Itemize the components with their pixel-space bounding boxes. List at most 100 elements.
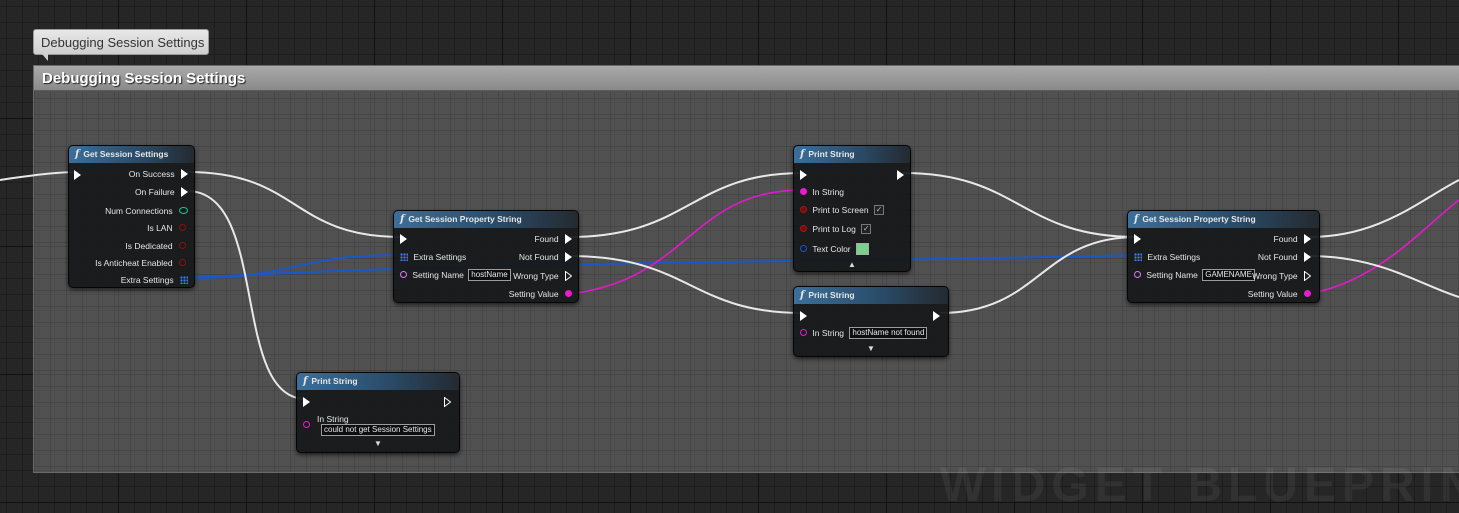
pin-in-string[interactable]: In String hostName not found <box>800 325 928 339</box>
exec-hollow-pin-icon[interactable] <box>565 270 572 281</box>
string-pin-icon[interactable] <box>800 188 807 196</box>
exec-pin-icon[interactable] <box>181 186 188 197</box>
pin-label: On Failure <box>134 186 175 197</box>
exec-input-pin[interactable] <box>74 167 81 181</box>
node-print-string-1[interactable]: f Print String In String Print to Screen … <box>793 145 911 272</box>
pin-setting-name-input[interactable]: Setting Name hostName <box>400 267 511 281</box>
exec-input-pin[interactable] <box>800 167 807 181</box>
pin-in-string[interactable] <box>303 411 310 428</box>
pin-found[interactable]: Found <box>1274 231 1311 245</box>
pin-label: Is Dedicated <box>125 240 173 251</box>
node-title: Get Session Property String <box>408 214 522 224</box>
expand-arrow-icon[interactable]: ▼ <box>794 344 948 353</box>
string-pin-icon[interactable] <box>565 290 572 298</box>
exec-output-pin[interactable] <box>444 394 451 408</box>
node-get-session-settings[interactable]: f Get Session Settings On Success On Fail… <box>68 145 195 288</box>
pin-on-failure[interactable]: On Failure <box>135 184 188 198</box>
pin-setting-name-input[interactable]: Setting Name GAMENAME <box>1134 267 1255 281</box>
pin-extra-settings-input[interactable]: Extra Settings <box>1134 249 1200 263</box>
pin-is-dedicated[interactable]: Is Dedicated <box>125 238 186 252</box>
bool-pin-icon[interactable] <box>179 224 186 232</box>
node-header[interactable]: f Print String <box>794 287 948 304</box>
pin-setting-value[interactable]: Setting Value <box>1248 286 1311 300</box>
in-string-field[interactable]: could not get Session Settings <box>321 423 435 436</box>
bool-pin-icon[interactable] <box>179 242 186 250</box>
pin-print-to-log[interactable]: Print to Log ✓ <box>800 221 872 235</box>
bool-pin-icon[interactable] <box>800 206 807 214</box>
pin-found[interactable]: Found <box>535 231 572 245</box>
exec-pin-icon[interactable] <box>303 396 310 407</box>
exec-output-pin[interactable] <box>933 308 940 322</box>
exec-pin-icon[interactable] <box>400 233 407 244</box>
string-pin-icon[interactable] <box>1304 290 1311 298</box>
pin-is-anticheat[interactable]: Is Anticheat Enabled <box>95 255 186 269</box>
node-get-session-property-string-2[interactable]: f Get Session Property String Extra Setti… <box>1127 210 1320 303</box>
pin-label: Extra Settings <box>413 251 467 262</box>
color-pin-icon[interactable] <box>800 245 807 253</box>
exec-pin-icon[interactable] <box>800 310 807 321</box>
bool-pin-icon[interactable] <box>179 259 186 267</box>
text-color-swatch[interactable] <box>856 242 870 255</box>
node-print-string-3[interactable]: f Print String In String could not get Se… <box>296 372 460 453</box>
collapse-arrow-icon[interactable]: ▲ <box>794 260 910 269</box>
pin-not-found[interactable]: Not Found <box>1258 249 1311 263</box>
exec-input-pin[interactable] <box>800 308 807 322</box>
exec-pin-icon[interactable] <box>565 251 572 262</box>
node-header[interactable]: f Print String <box>794 146 910 163</box>
exec-input-pin[interactable] <box>303 394 310 408</box>
pin-print-to-screen[interactable]: Print to Screen ✓ <box>800 202 884 216</box>
node-title: Get Session Settings <box>83 149 169 159</box>
name-pin-icon[interactable] <box>1134 271 1141 279</box>
exec-pin-icon[interactable] <box>1304 251 1311 262</box>
function-icon: f <box>75 149 80 160</box>
exec-pin-icon <box>74 169 81 180</box>
node-header[interactable]: f Get Session Property String <box>1128 211 1319 228</box>
int-pin-icon[interactable] <box>179 207 188 215</box>
pin-num-connections[interactable]: Num Connections <box>105 203 188 217</box>
pin-in-string[interactable]: In String <box>800 184 844 198</box>
wire-on-failure <box>186 190 307 400</box>
node-header[interactable]: f Get Session Settings <box>69 146 194 163</box>
print-to-log-checkbox[interactable]: ✓ <box>861 223 872 234</box>
pin-is-lan[interactable]: Is LAN <box>147 220 186 234</box>
array-pin-icon[interactable] <box>180 275 188 284</box>
pin-label: Print to Screen <box>812 204 869 215</box>
pin-in-string-value[interactable]: could not get Session Settings <box>321 422 435 436</box>
setting-name-field[interactable]: GAMENAME <box>1202 268 1255 281</box>
array-pin-icon[interactable] <box>1134 252 1142 261</box>
pin-wrong-type[interactable]: Wrong Type <box>513 268 572 282</box>
bool-pin-icon[interactable] <box>800 225 807 233</box>
node-get-session-property-string-1[interactable]: f Get Session Property String Extra Setti… <box>393 210 579 303</box>
setting-name-field[interactable]: hostName <box>468 268 511 281</box>
exec-pin-icon[interactable] <box>565 233 572 244</box>
wire-print1-out <box>902 172 1138 238</box>
pin-text-color[interactable]: Text Color <box>800 241 870 255</box>
exec-hollow-pin-icon[interactable] <box>444 396 451 407</box>
name-pin-icon[interactable] <box>400 271 407 279</box>
string-pin-icon[interactable] <box>800 329 807 337</box>
pin-extra-settings-input[interactable]: Extra Settings <box>400 249 466 263</box>
pin-wrong-type[interactable]: Wrong Type <box>1252 268 1311 282</box>
print-to-screen-checkbox[interactable]: ✓ <box>873 204 884 215</box>
pin-extra-settings[interactable]: Extra Settings <box>121 272 188 286</box>
exec-pin-icon[interactable] <box>1304 233 1311 244</box>
exec-pin-icon[interactable] <box>181 168 188 179</box>
in-string-field[interactable]: hostName not found <box>849 326 928 339</box>
node-print-string-2[interactable]: f Print String In String hostName not fou… <box>793 286 949 357</box>
exec-pin-icon[interactable] <box>800 169 807 180</box>
exec-pin-icon[interactable] <box>933 310 940 321</box>
exec-input-pin[interactable] <box>1134 231 1141 245</box>
node-header[interactable]: f Print String <box>297 373 459 390</box>
pin-not-found[interactable]: Not Found <box>519 249 572 263</box>
pin-on-success[interactable]: On Success <box>129 166 188 180</box>
pin-setting-value[interactable]: Setting Value <box>509 286 572 300</box>
exec-pin-icon[interactable] <box>897 169 904 180</box>
node-header[interactable]: f Get Session Property String <box>394 211 578 228</box>
exec-input-pin[interactable] <box>400 231 407 245</box>
exec-pin-icon[interactable] <box>1134 233 1141 244</box>
exec-output-pin[interactable] <box>897 167 904 181</box>
exec-hollow-pin-icon[interactable] <box>1304 270 1311 281</box>
expand-arrow-icon[interactable]: ▼ <box>297 439 459 448</box>
array-pin-icon[interactable] <box>400 252 408 261</box>
string-pin-icon[interactable] <box>303 421 310 428</box>
